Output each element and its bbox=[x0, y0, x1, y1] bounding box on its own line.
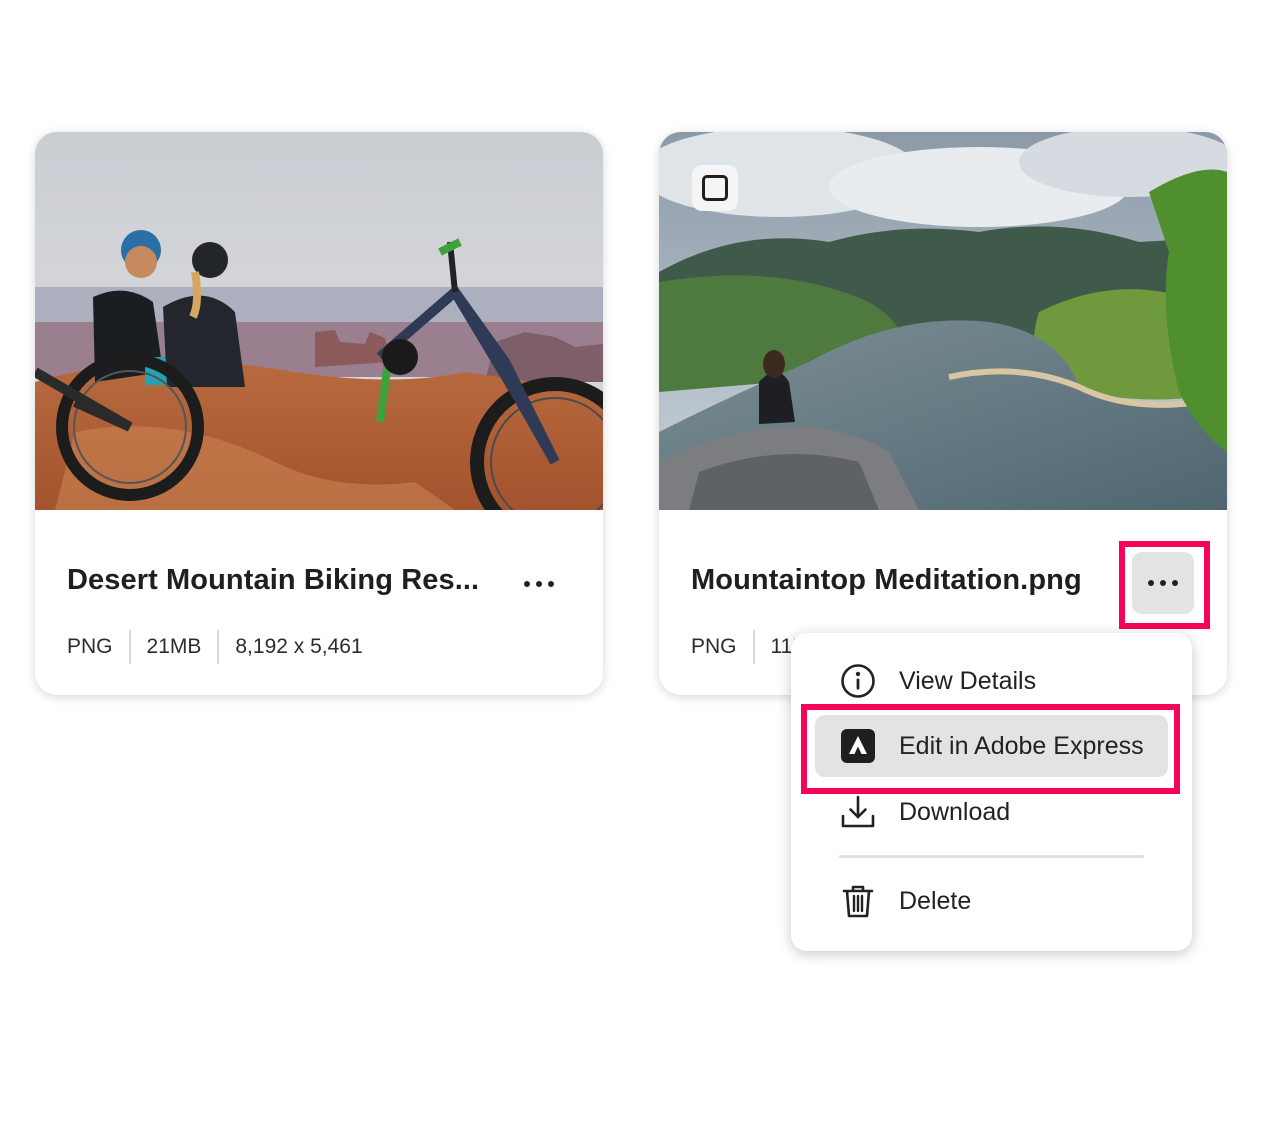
context-menu: View Details Edit in Adobe Express Downl… bbox=[791, 633, 1192, 951]
asset-card[interactable]: Desert Mountain Biking Res... PNG 21MB 8… bbox=[35, 132, 603, 695]
more-icon-dot bbox=[1160, 580, 1166, 586]
menu-item-view-details[interactable]: View Details bbox=[815, 650, 1168, 712]
more-options-button[interactable] bbox=[508, 553, 570, 615]
menu-divider bbox=[839, 855, 1144, 858]
info-icon bbox=[839, 662, 877, 700]
menu-item-label: Edit in Adobe Express bbox=[899, 731, 1144, 760]
menu-item-delete[interactable]: Delete bbox=[815, 870, 1168, 932]
asset-size: 21MB bbox=[146, 635, 202, 658]
asset-metadata: PNG 21MB 8,192 x 5,461 bbox=[67, 630, 379, 664]
desert-biking-image bbox=[35, 132, 603, 510]
asset-thumbnail[interactable] bbox=[659, 132, 1227, 510]
asset-dimensions: 8,192 x 5,461 bbox=[235, 635, 363, 658]
checkbox-square-icon bbox=[702, 175, 728, 201]
more-icon bbox=[1148, 580, 1154, 586]
adobe-express-icon bbox=[839, 727, 877, 765]
asset-title: Desert Mountain Biking Res... bbox=[67, 564, 480, 596]
menu-item-label: Delete bbox=[899, 886, 972, 915]
download-icon bbox=[839, 793, 877, 831]
more-icon-dot bbox=[1172, 580, 1178, 586]
more-icon bbox=[524, 581, 530, 587]
menu-item-download[interactable]: Download bbox=[815, 781, 1168, 843]
more-icon-dot bbox=[548, 581, 554, 587]
asset-card[interactable]: Mountaintop Meditation.png PNG 11M bbox=[659, 132, 1227, 695]
menu-item-label: View Details bbox=[899, 666, 1037, 695]
more-icon-dot bbox=[536, 581, 542, 587]
asset-thumbnail[interactable] bbox=[35, 132, 603, 510]
asset-format: PNG bbox=[67, 635, 113, 658]
select-checkbox[interactable] bbox=[692, 165, 738, 211]
more-options-button[interactable] bbox=[1132, 552, 1194, 614]
mountaintop-meditation-image bbox=[659, 132, 1227, 510]
menu-item-label: Download bbox=[899, 797, 1011, 826]
asset-title: Mountaintop Meditation.png bbox=[691, 564, 1082, 596]
trash-icon bbox=[839, 882, 877, 920]
menu-item-edit-in-adobe-express[interactable]: Edit in Adobe Express bbox=[815, 715, 1168, 777]
asset-format: PNG bbox=[691, 635, 737, 658]
